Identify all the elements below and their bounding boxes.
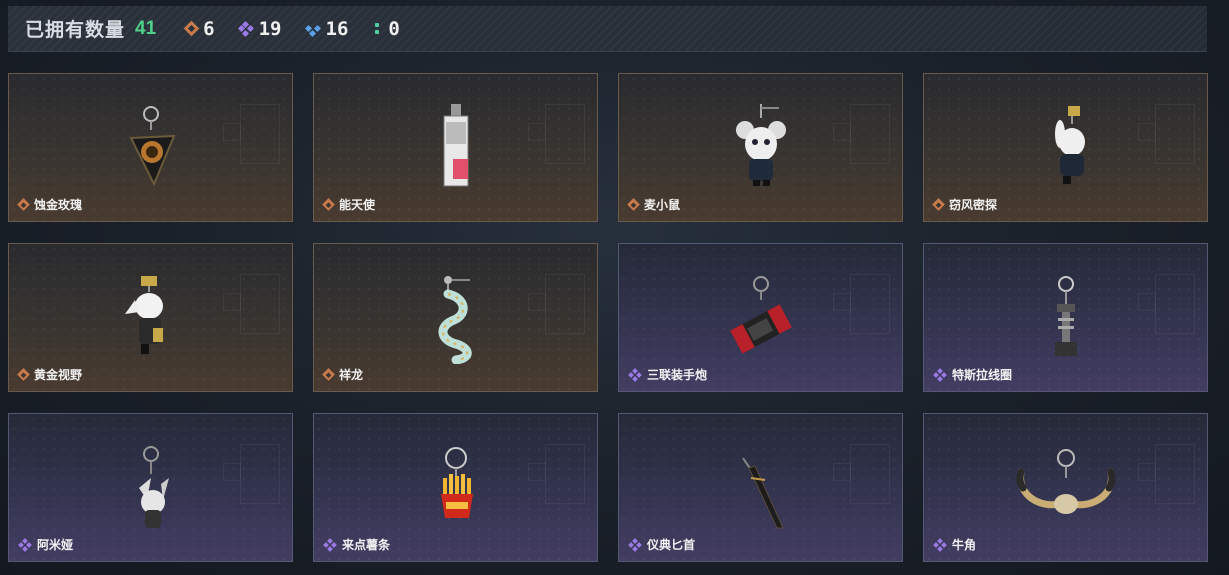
card-charm-icon [443, 104, 468, 187]
stat-blue-count: 16 [325, 17, 349, 40]
green-dots-icon [372, 23, 382, 34]
blue-triple-diamond-icon [304, 22, 321, 37]
dagger-charm-icon [741, 457, 784, 529]
charm-name: 来点薯条 [323, 536, 390, 553]
charm-name: 蚀金玫瑰 [17, 196, 82, 213]
charm-name: 阿米娅 [18, 536, 73, 553]
charm-name: 三联装手炮 [628, 366, 707, 383]
rabbit-charm-icon [1054, 106, 1085, 184]
charm-card[interactable]: 麦小鼠 [618, 73, 903, 222]
fries-charm-icon [440, 447, 473, 518]
purple-quad-diamond-icon [933, 537, 947, 552]
charm-card[interactable]: 特斯拉线圈 [923, 243, 1208, 392]
purple-quad-diamond-icon [237, 20, 254, 37]
cannon-charm-icon [729, 276, 792, 354]
charm-name: 窃风密探 [932, 196, 997, 213]
gold-diamond-icon [322, 198, 335, 211]
charm-card[interactable]: 阿米娅 [8, 413, 293, 562]
charm-name: 麦小鼠 [627, 196, 680, 213]
purple-quad-diamond-icon [933, 367, 947, 382]
charm-name: 牛角 [933, 536, 976, 553]
charm-card[interactable]: 祥龙 [313, 243, 598, 392]
stat-green-count: 0 [388, 17, 400, 40]
figure-charm-icon [124, 276, 163, 354]
purple-quad-diamond-icon [628, 367, 642, 382]
rose-charm-icon [128, 106, 176, 187]
charm-card[interactable]: 能天使 [313, 73, 598, 222]
mouse-charm-icon [735, 104, 786, 186]
stat-blue: 16 [304, 17, 349, 40]
purple-quad-diamond-icon [628, 537, 642, 552]
charm-name: 能天使 [322, 196, 375, 213]
gold-diamond-icon [932, 198, 945, 211]
gold-diamond-icon [17, 198, 30, 211]
owned-count-total: 41 [135, 17, 157, 39]
purple-quad-diamond-icon [323, 537, 337, 552]
charm-card[interactable]: 黄金视野 [8, 243, 293, 392]
charm-card[interactable]: 仪典匕首 [618, 413, 903, 562]
gold-diamond-icon [17, 368, 30, 381]
horns-charm-icon [1015, 449, 1116, 514]
stat-purple-count: 19 [258, 17, 282, 40]
stat-gold-count: 6 [203, 17, 215, 40]
charm-card[interactable]: 蚀金玫瑰 [8, 73, 293, 222]
charm-name: 祥龙 [322, 366, 363, 383]
bunny-charm-icon [138, 446, 169, 528]
charm-card[interactable]: 三联装手炮 [618, 243, 903, 392]
charm-card[interactable]: 牛角 [923, 413, 1208, 562]
charm-name: 特斯拉线圈 [933, 366, 1012, 383]
dragon-charm-icon [438, 276, 472, 364]
stat-purple: 19 [237, 17, 282, 40]
charm-card[interactable]: 窃风密探 [923, 73, 1208, 222]
stat-gold: 6 [183, 17, 215, 40]
gold-diamond-icon [627, 198, 640, 211]
gold-diamond-icon [322, 368, 335, 381]
charm-name: 仪典匕首 [628, 536, 695, 553]
gold-diamond-icon [183, 20, 200, 37]
purple-quad-diamond-icon [18, 537, 32, 552]
charm-name: 黄金视野 [17, 366, 82, 383]
owned-count-label: 已拥有数量 [25, 20, 126, 41]
stat-green: 0 [372, 17, 400, 40]
owned-count-header: 已拥有数量 41 6 19 16 0 [8, 6, 1207, 52]
charm-card[interactable]: 来点薯条 [313, 413, 598, 562]
coil-charm-icon [1054, 276, 1077, 356]
